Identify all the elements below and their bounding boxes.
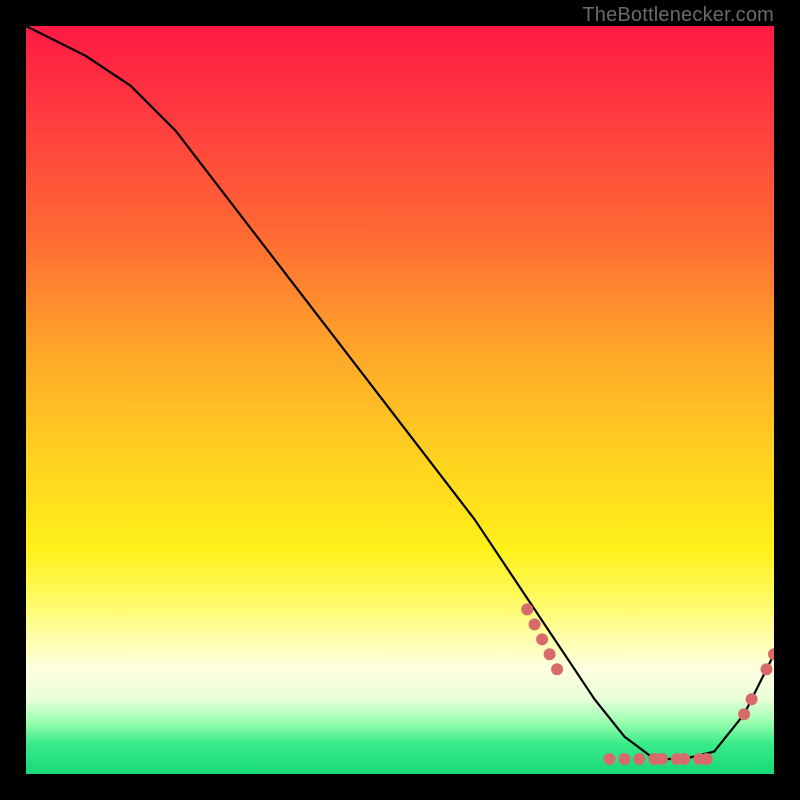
marker-dot xyxy=(701,753,713,765)
marker-dot xyxy=(738,708,750,720)
marker-dot xyxy=(678,753,690,765)
marker-dot xyxy=(544,648,556,660)
marker-dot xyxy=(746,693,758,705)
marker-dot xyxy=(521,603,533,615)
marker-dot xyxy=(618,753,630,765)
marker-dot xyxy=(551,663,563,675)
chart-plot-area xyxy=(26,26,774,774)
curve-line xyxy=(26,26,774,759)
marker-dot xyxy=(768,648,774,660)
curve-markers xyxy=(521,603,774,765)
marker-dot xyxy=(603,753,615,765)
marker-dot xyxy=(656,753,668,765)
chart-frame: TheBottlenecker.com xyxy=(0,0,800,800)
marker-dot xyxy=(536,633,548,645)
bottleneck-curve xyxy=(26,26,774,774)
marker-dot xyxy=(633,753,645,765)
attribution-text: TheBottlenecker.com xyxy=(582,4,774,27)
marker-dot xyxy=(761,663,773,675)
marker-dot xyxy=(529,618,541,630)
